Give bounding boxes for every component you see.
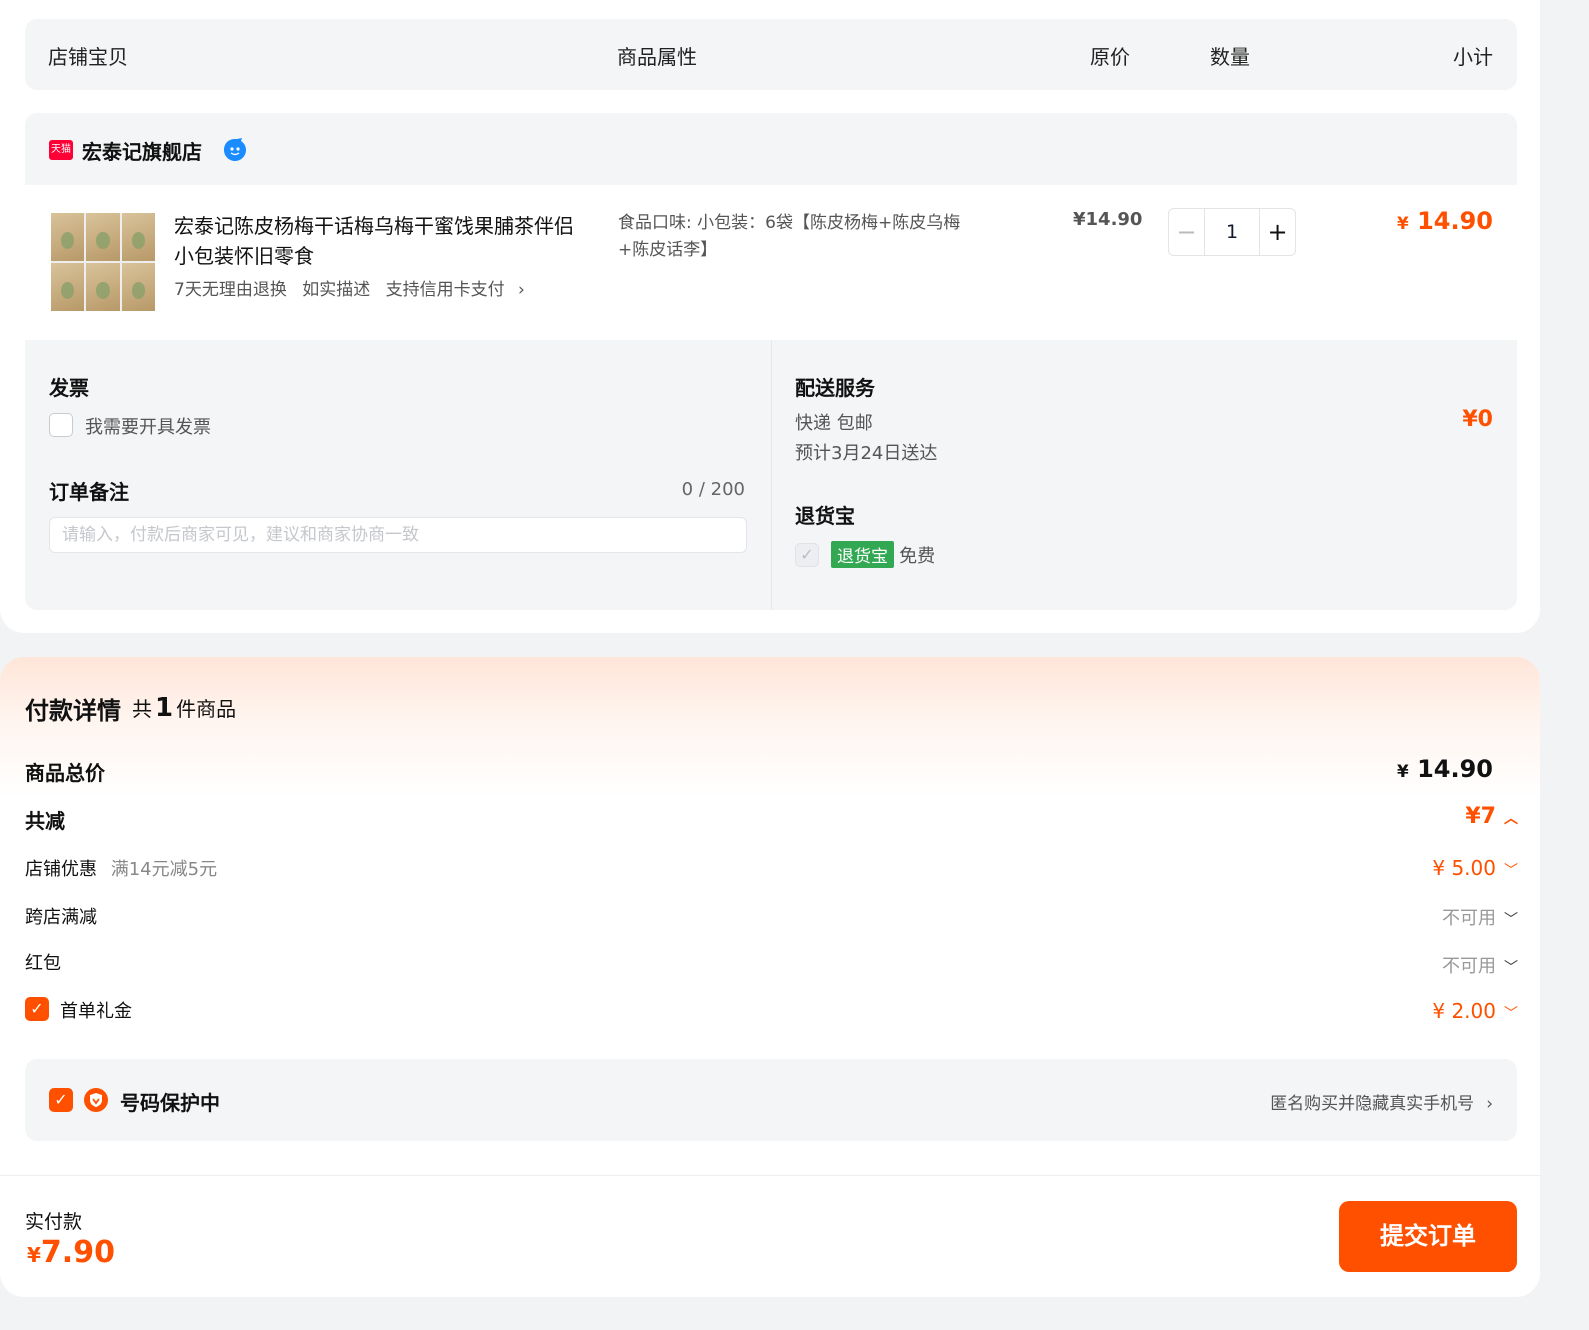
return-insurance-title: 退货宝 (795, 504, 855, 528)
shop-coupon-select[interactable]: ¥ 5.00 ﹀ (1432, 856, 1518, 880)
wangwang-chat-icon[interactable] (222, 137, 248, 163)
count-prefix: 共 (132, 697, 152, 721)
return-insurance-checkbox: ✓ (795, 543, 819, 567)
invoice-title: 发票 (49, 376, 89, 400)
order-note-title: 订单备注 (49, 480, 129, 504)
return-insurance-info: 退货宝 免费 (831, 541, 935, 568)
invoice-checkbox-label[interactable]: 我需要开具发票 (85, 413, 211, 439)
discount-value: ¥7 (1465, 804, 1496, 829)
col-item-header: 店铺宝贝 (48, 45, 128, 69)
chevron-right-icon: › (1486, 1094, 1493, 1114)
cross-store-select[interactable]: 不可用 ﹀ (1442, 904, 1518, 930)
tag-return: 7天无理由退换 (174, 280, 287, 300)
yen-symbol: ¥ (1397, 761, 1409, 781)
product-attributes: 食品口味: 小包装：6袋【陈皮杨梅+陈皮乌梅+陈皮话李】 (618, 213, 961, 260)
chevron-down-icon: ﹀ (1504, 1006, 1518, 1022)
yen-symbol: ¥ (27, 1243, 41, 1267)
item-subtotal: ¥ 14.90 (1397, 207, 1493, 235)
chevron-down-icon: ﹀ (1504, 912, 1518, 928)
footer-divider (0, 1175, 1540, 1176)
col-subtotal-header: 小计 (1453, 45, 1493, 69)
return-insurance-badge: 退货宝 (831, 541, 894, 568)
number-protection-desc: 匿名购买并隐藏真实手机号 (1270, 1094, 1475, 1114)
number-protection-link[interactable]: 匿名购买并隐藏真实手机号 › (1270, 1089, 1493, 1114)
quantity-value[interactable]: 1 (1205, 209, 1259, 255)
order-note-counter: 0 / 200 (681, 479, 745, 500)
paid-label: 实付款 (25, 1211, 83, 1233)
shop-coupon-label: 店铺优惠 (25, 859, 97, 880)
table-header: 店铺宝贝 商品属性 原价 数量 小计 (25, 19, 1517, 90)
count-number: 1 (155, 693, 174, 723)
cross-store-label: 跨店满减 (25, 907, 97, 928)
first-order-value: ¥ 2.00 (1432, 999, 1496, 1023)
total-amount: 14.90 (1417, 755, 1493, 783)
subtotal-value: 14.90 (1417, 207, 1493, 235)
paid-amount: ¥7.90 (27, 1235, 115, 1270)
invoice-checkbox[interactable] (49, 413, 73, 437)
payment-title: 付款详情 (25, 697, 121, 725)
paid-value: 7.90 (40, 1235, 115, 1270)
redpacket-label: 红包 (25, 953, 61, 974)
cross-store-value: 不可用 (1442, 908, 1496, 929)
shop-coupon-row: 店铺优惠 满14元减5元 (25, 855, 217, 881)
first-order-checkbox[interactable]: ✓ (25, 997, 49, 1021)
item-count: 共 1 件商品 (132, 693, 236, 723)
number-protection-checkbox[interactable]: ✓ (49, 1088, 73, 1112)
tmall-icon: 天猫 (49, 140, 73, 160)
order-note-input[interactable] (49, 517, 747, 553)
delivery-title: 配送服务 (795, 376, 875, 400)
product-service-tags[interactable]: 7天无理由退换 如实描述 支持信用卡支付 › (174, 275, 535, 300)
shop-block: 天猫 宏泰记旗舰店 宏泰记陈皮杨梅干话梅乌梅干蜜饯果脯茶伴侣小包装怀旧零食 7天… (25, 113, 1517, 610)
col-price-header: 原价 (1090, 45, 1130, 69)
col-attr-header: 商品属性 (617, 45, 697, 69)
return-insurance-free: 免费 (899, 546, 936, 567)
shop-name[interactable]: 宏泰记旗舰店 (82, 136, 202, 165)
redpacket-value: 不可用 (1442, 956, 1496, 977)
chevron-up-icon: ︿ (1504, 811, 1518, 827)
discount-label: 共减 (25, 809, 65, 833)
submit-order-button[interactable]: 提交订单 (1339, 1201, 1517, 1272)
number-protection-bar: ✓ 号码保护中 匿名购买并隐藏真实手机号 › (25, 1059, 1517, 1141)
order-card: 店铺宝贝 商品属性 原价 数量 小计 天猫 宏泰记旗舰店 宏泰记陈皮杨梅干话梅乌… (0, 0, 1540, 633)
tag-credit-card: 支持信用卡支付 (385, 280, 505, 300)
yen-symbol: ¥ (1397, 213, 1409, 233)
total-value: ¥ 14.90 (1397, 755, 1493, 783)
delivery-eta: 预计3月24日送达 (795, 443, 938, 464)
number-protection-label: 号码保护中 (120, 1091, 220, 1115)
product-thumbnail[interactable] (51, 213, 155, 311)
chevron-down-icon: ﹀ (1504, 960, 1518, 976)
shop-coupon-value: ¥ 5.00 (1432, 856, 1496, 880)
shop-header: 天猫 宏泰记旗舰店 (25, 113, 1517, 185)
chevron-down-icon: ﹀ (1504, 863, 1518, 879)
item-row: 宏泰记陈皮杨梅干话梅乌梅干蜜饯果脯茶伴侣小包装怀旧零食 7天无理由退换 如实描述… (25, 185, 1517, 340)
payment-details-card: 付款详情 共 1 件商品 商品总价 ¥ 14.90 共减 ¥7 ︿ 店铺优惠 满14元… (0, 657, 1540, 1297)
redpacket-select[interactable]: 不可用 ﹀ (1442, 952, 1518, 978)
shop-coupon-desc: 满14元减5元 (110, 859, 218, 880)
shield-icon (84, 1088, 108, 1112)
increase-qty-button[interactable]: + (1259, 209, 1295, 255)
original-price: ¥14.90 (1073, 209, 1143, 230)
first-order-label: 首单礼金 (60, 1001, 132, 1022)
first-order-select[interactable]: ¥ 2.00 ﹀ (1432, 999, 1518, 1023)
count-suffix: 件商品 (176, 697, 237, 721)
product-title[interactable]: 宏泰记陈皮杨梅干话梅乌梅干蜜饯果脯茶伴侣小包装怀旧零食 (174, 211, 584, 271)
col-qty-header: 数量 (1210, 45, 1250, 69)
discount-toggle[interactable]: ¥7 ︿ (1465, 804, 1518, 829)
total-label: 商品总价 (25, 761, 105, 785)
quantity-stepper: − 1 + (1168, 208, 1296, 256)
delivery-fee: ¥0 (1462, 407, 1493, 432)
section-divider (771, 340, 772, 610)
decrease-qty-button[interactable]: − (1169, 209, 1205, 255)
tag-described: 如实描述 (302, 280, 371, 300)
chevron-right-icon: › (518, 280, 525, 300)
delivery-method: 快递 包邮 (795, 413, 873, 434)
